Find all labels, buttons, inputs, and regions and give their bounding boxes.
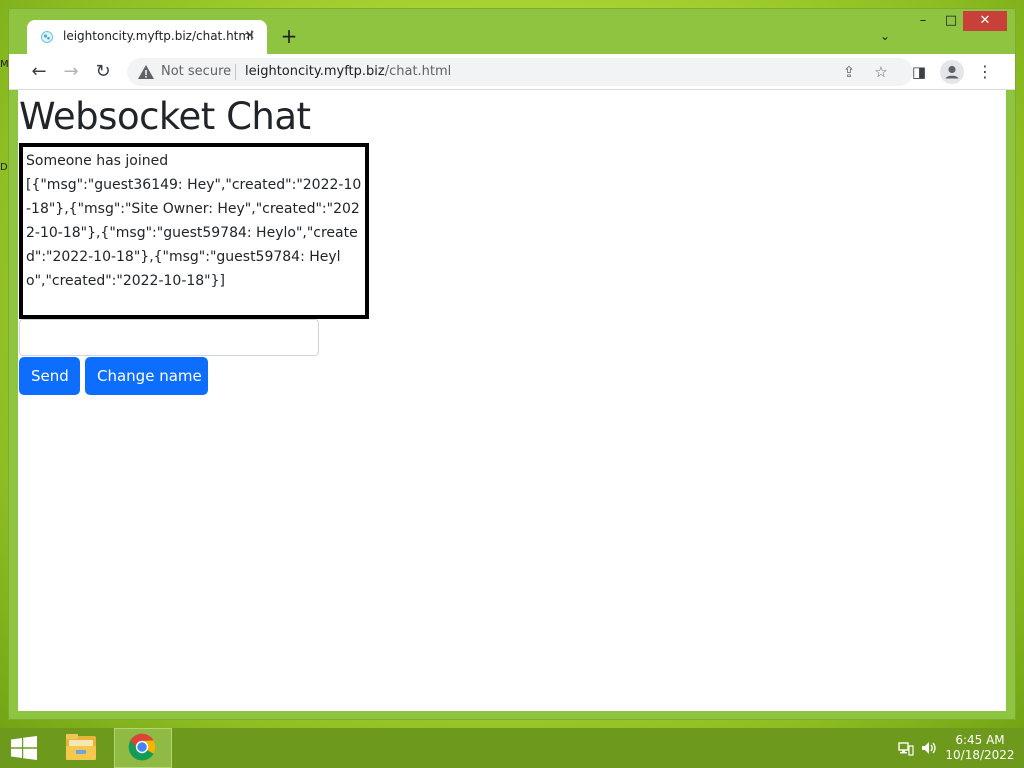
browser-titlebar: leightoncity.myftp.biz/chat.html × + ⌄ –… xyxy=(9,9,1015,54)
profile-avatar-icon[interactable] xyxy=(940,60,964,84)
warning-triangle-icon[interactable] xyxy=(137,63,155,81)
person-icon xyxy=(945,65,959,79)
tab-chat[interactable]: leightoncity.myftp.biz/chat.html × xyxy=(27,20,267,54)
tab-close-icon[interactable]: × xyxy=(241,27,259,45)
side-panel-icon[interactable]: ◨ xyxy=(907,60,931,84)
url-host: leightoncity.myftp.biz xyxy=(245,64,385,79)
network-icon[interactable] xyxy=(898,740,914,756)
tab-title: leightoncity.myftp.biz/chat.html xyxy=(63,29,254,43)
taskbar-chrome[interactable] xyxy=(114,728,172,768)
security-status-label[interactable]: Not secure xyxy=(161,64,231,79)
browser-menu-icon[interactable]: ⋮ xyxy=(973,60,997,84)
chat-log: Someone has joined [{"msg":"guest36149: … xyxy=(19,143,369,319)
desktop: M D leightoncity.myftp.biz/chat.html × +… xyxy=(0,0,1024,768)
address-divider xyxy=(235,64,236,80)
message-input[interactable] xyxy=(19,319,319,356)
change-name-button[interactable]: Change name xyxy=(85,357,208,395)
tab-search-chevron-down-icon[interactable]: ⌄ xyxy=(875,26,895,46)
page-viewport: Websocket Chat Someone has joined [{"msg… xyxy=(18,90,1006,711)
chat-log-line: [{"msg":"guest36149: Hey","created":"202… xyxy=(26,177,362,289)
window-close-icon[interactable]: ✕ xyxy=(963,11,1007,31)
windows-start-icon[interactable] xyxy=(10,736,38,760)
bookmark-star-icon[interactable]: ☆ xyxy=(871,62,891,82)
chrome-icon xyxy=(128,733,156,761)
taskbar-clock[interactable]: 6:45 AM 10/18/2022 xyxy=(944,733,1016,763)
taskbar-file-explorer[interactable] xyxy=(52,728,110,768)
folder-icon xyxy=(66,734,96,760)
back-arrow-icon[interactable]: ← xyxy=(27,60,51,84)
volume-icon[interactable] xyxy=(921,740,937,756)
desktop-edge-label: D xyxy=(0,162,8,173)
minimize-icon[interactable]: – xyxy=(911,11,935,31)
send-button[interactable]: Send xyxy=(19,357,80,395)
globe-favicon-icon xyxy=(41,31,53,43)
clock-date: 10/18/2022 xyxy=(945,748,1015,762)
reload-icon[interactable]: ↻ xyxy=(91,60,115,84)
page-title: Websocket Chat xyxy=(19,95,311,138)
address-bar[interactable]: Not secure leightoncity.myftp.biz/chat.h… xyxy=(127,58,913,86)
forward-arrow-icon[interactable]: → xyxy=(59,60,83,84)
url-path: /chat.html xyxy=(384,64,452,79)
browser-window: leightoncity.myftp.biz/chat.html × + ⌄ –… xyxy=(8,8,1016,720)
url-text[interactable]: leightoncity.myftp.biz/chat.html xyxy=(245,64,451,79)
clock-time: 6:45 AM xyxy=(955,733,1005,747)
share-icon[interactable]: ⇪ xyxy=(839,62,859,82)
taskbar: 6:45 AM 10/18/2022 xyxy=(0,728,1024,768)
chat-log-line: Someone has joined xyxy=(26,153,169,169)
browser-toolbar: ← → ↻ Not secure leightoncity.myftp.biz/… xyxy=(9,54,1015,90)
maximize-icon[interactable]: □ xyxy=(939,11,963,31)
new-tab-icon[interactable]: + xyxy=(277,25,301,49)
